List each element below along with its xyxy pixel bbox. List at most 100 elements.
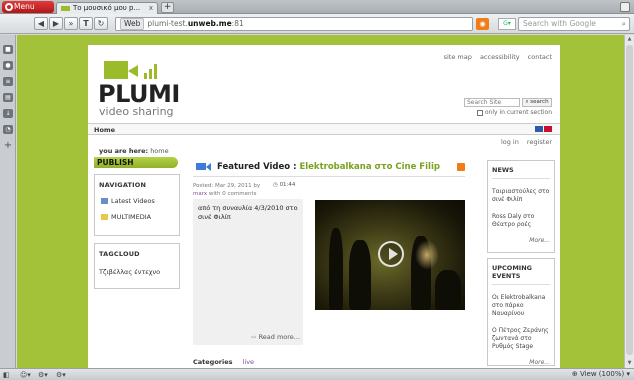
fast-forward-icon[interactable]: »	[64, 17, 78, 30]
category-link[interactable]: live	[243, 358, 254, 366]
address-field[interactable]: Web plumi-test.unweb.me:81	[115, 17, 473, 31]
video-player[interactable]	[315, 200, 465, 310]
events-more-link[interactable]: More...	[492, 359, 550, 366]
logo-tagline: video sharing	[99, 105, 174, 118]
status-bar: ◧ ☺▾ ⚙▾ ⚙▾ ⊕ View (100%) ▾	[0, 368, 634, 380]
site-map-link[interactable]: site map	[444, 53, 472, 61]
only-current-section-checkbox[interactable]: only in current section	[476, 109, 552, 116]
web-security-badge[interactable]: Web	[120, 18, 145, 30]
event-item[interactable]: Οι Elektrobalkana στο πάρκο Ναυαρίνου	[492, 294, 550, 318]
clock-icon: ◷	[273, 182, 278, 188]
search-engine-selector[interactable]: G▾	[498, 18, 516, 30]
play-icon[interactable]	[378, 241, 404, 267]
bookmarks-panel-icon[interactable]: ■	[3, 45, 13, 54]
english-flag-icon[interactable]	[544, 126, 552, 132]
events-portlet: UPCOMING EVENTS Οι Elektrobalkana στο πά…	[487, 258, 555, 366]
panel-toggle-icon[interactable]: ◧	[3, 371, 10, 379]
back-icon[interactable]: ◀	[34, 17, 48, 30]
read-more-link[interactable]: ⇨ Read more...	[251, 333, 300, 342]
categories: Categories live	[193, 358, 255, 366]
window-control-button[interactable]	[620, 2, 630, 12]
event-item[interactable]: Ο Πέτρος Ζεράνης ζωντανά στο Ρυθμός Stag…	[492, 327, 550, 351]
events-title: UPCOMING EVENTS	[492, 264, 532, 280]
video-description: από τη συναυλία 4/3/2010 στο σινέ Φιλίπ …	[193, 199, 303, 345]
breadcrumb: you are here: home	[99, 147, 169, 155]
arrow-icon: ⇨	[251, 333, 257, 341]
scroll-up-icon[interactable]: ▲	[626, 36, 633, 43]
rss-feed-icon[interactable]: ◉	[476, 18, 489, 30]
contact-link[interactable]: contact	[528, 53, 552, 61]
search-icon: ⌕	[525, 99, 529, 105]
downloads-panel-icon[interactable]: ↓	[3, 109, 13, 118]
menu-label: Menu	[14, 2, 35, 11]
site-search-input[interactable]: Search Site	[464, 98, 520, 107]
duration: ◷ 01:44	[273, 182, 296, 188]
site-search-button[interactable]: ⌕ search	[522, 98, 552, 107]
post-meta: Posted: Mar 29, 2011 by marx with 0 comm…	[193, 183, 261, 197]
news-item[interactable]: Ross Daly στο Θέατρο ροές	[492, 213, 550, 229]
vertical-scrollbar[interactable]: ▲ ▼	[624, 35, 634, 368]
plumi-favicon-icon	[61, 6, 70, 11]
history-panel-icon[interactable]: ◔	[3, 125, 13, 134]
nav-item-latest-videos[interactable]: Latest Videos	[99, 197, 175, 205]
plumi-page: PLUMI video sharing site map accessibili…	[88, 45, 560, 368]
opera-logo-icon	[5, 3, 13, 11]
news-item[interactable]: Ταιριαστούλες στο σινέ Φιλίπ	[492, 188, 550, 204]
mail-panel-icon[interactable]: ●	[3, 61, 13, 70]
greek-flag-icon[interactable]	[535, 126, 543, 132]
site-actions: site map accessibility contact	[438, 53, 552, 61]
publish-button[interactable]: PUBLISH	[94, 157, 178, 168]
turbo-icon[interactable]: T	[79, 17, 93, 30]
news-more-link[interactable]: More...	[492, 237, 550, 244]
browser-tab-bar: Menu Το μουσικό μου p... x +	[0, 0, 634, 14]
magnifier-icon[interactable]: ⌕	[622, 18, 626, 30]
tab-close-button[interactable]: x	[149, 3, 153, 14]
forward-icon[interactable]: ▶	[49, 17, 63, 30]
tab-title: Το μουσικό μου p...	[73, 4, 141, 12]
reload-icon[interactable]: ↻	[94, 17, 108, 30]
tag-link[interactable]: Τζιβέλλας έντεχνο	[99, 268, 175, 276]
news-title: NEWS	[492, 166, 514, 174]
zoom-icon: ⊕	[571, 370, 578, 378]
document-icon	[101, 198, 108, 204]
add-panel-icon[interactable]: +	[3, 141, 13, 151]
video-camera-icon	[196, 163, 206, 170]
global-nav: Home	[88, 123, 560, 135]
new-tab-button[interactable]: +	[161, 2, 174, 13]
navigation-portlet: NAVIGATION Latest Videos MULTIMEDIA	[94, 174, 180, 236]
logo-name: PLUMI	[98, 80, 180, 108]
news-portlet: NEWS Ταιριαστούλες στο σινέ Φιλίπ Ross D…	[487, 160, 555, 253]
navigation-title: NAVIGATION	[99, 181, 147, 189]
browser-side-panel: ■ ● ≡ ▤ ↓ ◔ +	[0, 35, 16, 368]
rss-icon[interactable]	[457, 163, 465, 171]
url-prefix: plumi-test.	[147, 19, 188, 28]
notes-panel-icon[interactable]: ▤	[3, 93, 13, 102]
plumi-logo[interactable]: PLUMI video sharing	[98, 57, 198, 118]
nav-item-multimedia[interactable]: MULTIMEDIA	[99, 213, 175, 221]
settings-icon[interactable]: ⚙▾	[56, 371, 66, 379]
breadcrumb-home[interactable]: home	[150, 147, 168, 155]
home-tab[interactable]: Home	[94, 126, 115, 134]
tagcloud-title: TAGCLOUD	[99, 250, 140, 258]
browser-tab[interactable]: Το μουσικό μου p... x	[56, 2, 158, 14]
camera-icon	[104, 61, 128, 79]
scroll-thumb[interactable]	[626, 45, 633, 355]
feeds-panel-icon[interactable]: ≡	[3, 77, 13, 86]
search-field[interactable]: Search with Google ⌕	[518, 17, 630, 31]
scroll-down-icon[interactable]: ▼	[626, 360, 633, 367]
language-flags	[534, 126, 552, 134]
featured-heading: Featured Video : Elektrobalkana στο Cine…	[193, 160, 465, 174]
featured-video: Featured Video : Elektrobalkana στο Cine…	[193, 160, 465, 366]
login-links: log in register	[495, 138, 552, 146]
log-in-link[interactable]: log in	[501, 138, 519, 146]
register-link[interactable]: register	[527, 138, 552, 146]
turbo-status-icon[interactable]: ⚙▾	[38, 371, 48, 379]
description-text: από τη συναυλία 4/3/2010 στο σινέ Φιλίπ	[198, 204, 298, 221]
unite-icon[interactable]: ☺▾	[20, 371, 31, 379]
featured-title-link[interactable]: Elektrobalkana στο Cine Filip	[299, 162, 440, 172]
folder-icon	[101, 214, 108, 220]
zoom-control[interactable]: ⊕ View (100%) ▾	[572, 370, 630, 378]
accessibility-link[interactable]: accessibility	[480, 53, 520, 61]
author-link[interactable]: marx	[193, 191, 207, 197]
browser-menu-button[interactable]: Menu	[2, 1, 54, 13]
